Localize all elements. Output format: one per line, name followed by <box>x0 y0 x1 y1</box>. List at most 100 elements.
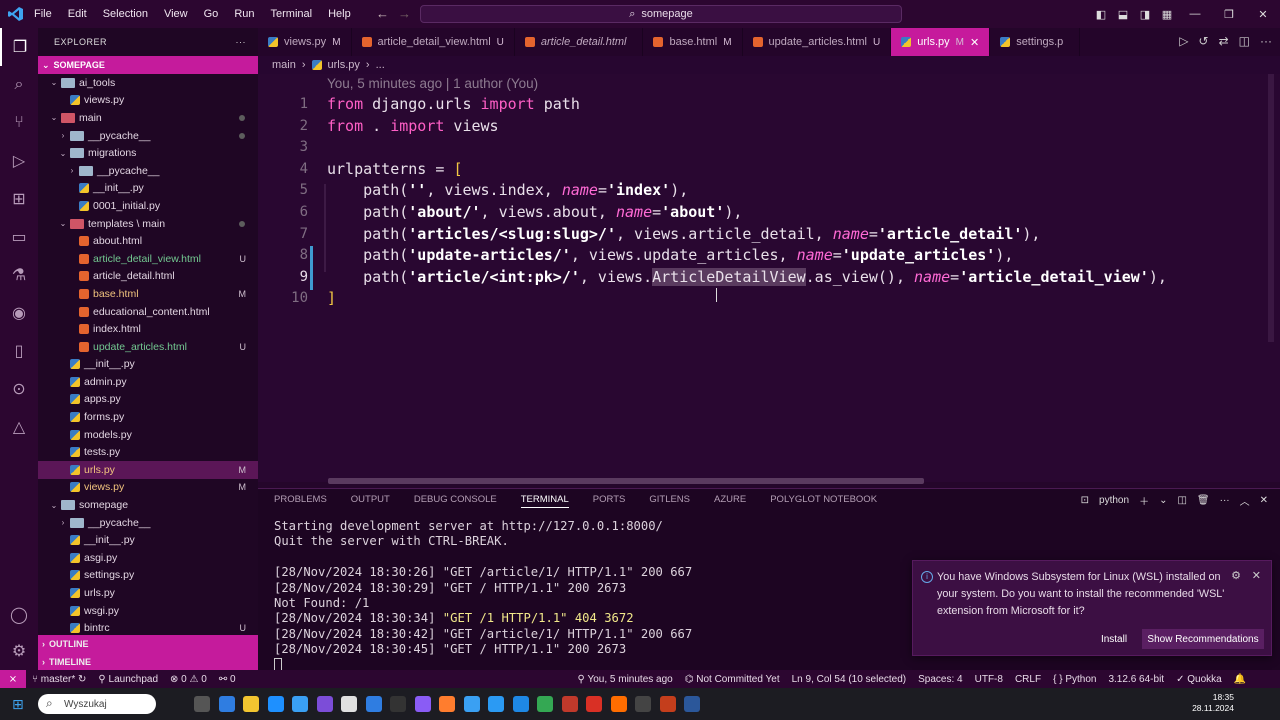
tree-item[interactable]: base.html M <box>38 285 258 303</box>
tree-item[interactable]: ⌄ ai_tools <box>38 74 258 92</box>
explorer-icon[interactable]: ❐ <box>0 28 38 66</box>
close-window-icon[interactable]: ✕ <box>1246 8 1280 21</box>
code-line[interactable]: 8 path('update-articles/', views.update_… <box>258 244 1280 266</box>
tree-item[interactable]: __init__.py <box>38 356 258 374</box>
tree-item[interactable]: asgi.py <box>38 549 258 567</box>
panel-tab[interactable]: TERMINAL <box>520 492 569 508</box>
split-terminal-icon[interactable]: ◫ <box>1177 495 1186 506</box>
timeline-section[interactable]: › TIMELINE <box>38 653 258 670</box>
teams-icon[interactable] <box>218 696 235 712</box>
editor-tab[interactable]: views.py M <box>258 28 352 56</box>
code-line[interactable]: 4 urlpatterns = [ <box>258 158 1280 180</box>
remote-explorer-icon[interactable]: ▭ <box>0 218 38 256</box>
tree-item[interactable]: apps.py <box>38 391 258 409</box>
tree-item[interactable]: tests.py <box>38 443 258 461</box>
testing-icon[interactable]: ⚗ <box>0 256 38 294</box>
editor-tab[interactable]: urls.py M ✕ <box>891 28 991 56</box>
menu-edit[interactable]: Edit <box>60 8 95 20</box>
indentation[interactable]: Spaces: 4 <box>912 674 968 685</box>
tree-item[interactable]: urls.py <box>38 584 258 602</box>
terminal-output[interactable]: Starting development server at http://12… <box>274 519 692 671</box>
code-editor[interactable]: You, 5 minutes ago | 1 author (You) 1 fro… <box>258 74 1280 484</box>
tree-item[interactable]: › __pycache__ <box>38 127 258 145</box>
menu-go[interactable]: Go <box>196 8 227 20</box>
panel-tab[interactable]: PORTS <box>593 492 626 508</box>
chrome-icon[interactable] <box>537 696 553 712</box>
outline-section[interactable]: › OUTLINE <box>38 635 258 653</box>
python-interpreter[interactable]: 3.12.6 64-bit <box>1102 674 1170 685</box>
editor-tab[interactable]: base.html M <box>643 28 743 56</box>
toggle-sidebar-icon[interactable]: ◧ <box>1090 8 1112 21</box>
code-line[interactable]: 1 from django.urls import path <box>258 93 1280 115</box>
tree-item[interactable]: educational_content.html <box>38 303 258 321</box>
history-icon[interactable]: ↺ <box>1199 34 1209 48</box>
toggle-secondary-sidebar-icon[interactable]: ◨ <box>1134 8 1156 21</box>
maximize-panel-icon[interactable]: ︿ <box>1240 493 1250 508</box>
back-arrow-icon[interactable]: ← <box>376 6 389 21</box>
close-tab-icon[interactable]: ✕ <box>970 36 979 49</box>
more-icon[interactable]: ··· <box>1260 34 1272 48</box>
compare-icon[interactable]: ⇄ <box>1219 34 1229 48</box>
tree-item[interactable]: › __pycache__ <box>38 162 258 180</box>
tree-item[interactable]: ⌄ migrations <box>38 144 258 162</box>
edge-tools-icon[interactable]: ◉ <box>0 294 38 332</box>
gear-icon[interactable]: ⚙ <box>1231 569 1241 582</box>
word-icon[interactable] <box>684 696 700 712</box>
more-actions-icon[interactable]: ··· <box>236 37 247 47</box>
line-ending[interactable]: CRLF <box>1009 674 1047 685</box>
tree-item[interactable]: forms.py <box>38 408 258 426</box>
code-line[interactable]: 5 path('', views.index, name='index'), <box>258 179 1280 201</box>
editor-tab[interactable]: article_detail_view.html U <box>352 28 515 56</box>
panel-tab[interactable]: PROBLEMS <box>274 492 327 508</box>
panel-tab[interactable]: OUTPUT <box>351 492 390 508</box>
file-explorer-icon[interactable] <box>243 696 259 712</box>
editor-tab[interactable]: settings.p <box>990 28 1081 56</box>
install-button[interactable]: Install <box>1091 629 1137 649</box>
panel-tab[interactable]: AZURE <box>714 492 746 508</box>
tree-item[interactable]: urls.py M <box>38 461 258 479</box>
menu-selection[interactable]: Selection <box>95 8 156 20</box>
breadcrumb-symbol[interactable]: ... <box>376 59 385 71</box>
tree-item[interactable]: __init__.py <box>38 180 258 198</box>
search-icon[interactable]: ⌕ <box>0 66 38 104</box>
minimize-icon[interactable]: — <box>1178 8 1212 20</box>
tree-item[interactable]: article_detail.html <box>38 268 258 286</box>
menu-terminal[interactable]: Terminal <box>263 8 321 20</box>
menu-run[interactable]: Run <box>226 8 262 20</box>
menu-file[interactable]: File <box>26 8 60 20</box>
menu-view[interactable]: View <box>156 8 196 20</box>
tree-item[interactable]: 0001_initial.py <box>38 197 258 215</box>
more-icon[interactable]: ··· <box>1220 495 1230 506</box>
windows-start-icon[interactable]: ⊞ <box>12 696 24 713</box>
tree-item[interactable]: ⌄ main <box>38 109 258 127</box>
bookmarks-icon[interactable]: ▯ <box>0 332 38 370</box>
notepad-icon[interactable] <box>341 696 357 712</box>
tree-item[interactable]: __init__.py <box>38 531 258 549</box>
split-editor-icon[interactable]: ◫ <box>1239 34 1250 48</box>
visual-studio-icon[interactable] <box>316 696 333 712</box>
opera-icon[interactable] <box>561 696 578 712</box>
show-recommendations-button[interactable]: Show Recommendations <box>1142 629 1264 649</box>
tree-item[interactable]: settings.py <box>38 567 258 585</box>
task-view-icon[interactable] <box>194 696 210 712</box>
code-line[interactable]: 6 path('about/', views.about, name='abou… <box>258 201 1280 223</box>
close-icon[interactable]: ✕ <box>1252 569 1261 582</box>
edge-icon[interactable] <box>488 696 504 712</box>
code-line[interactable]: 10] <box>258 287 1280 309</box>
editor-tab[interactable]: update_articles.html U <box>743 28 892 56</box>
trash-icon[interactable]: 🗑 <box>1197 495 1210 506</box>
cursor-position[interactable]: Ln 9, Col 54 (10 selected) <box>786 674 913 685</box>
vscode-taskbar-icon[interactable] <box>292 696 308 712</box>
terminal-icon[interactable] <box>390 696 406 712</box>
codelens-blame[interactable]: You, 5 minutes ago | 1 author (You) <box>327 76 538 91</box>
forward-arrow-icon[interactable]: → <box>398 6 411 21</box>
app-icon[interactable] <box>414 696 431 712</box>
commit-status[interactable]: ⌬ Not Committed Yet <box>679 674 786 685</box>
run-icon[interactable]: ▷ <box>1179 34 1188 48</box>
tree-item[interactable]: admin.py <box>38 373 258 391</box>
tree-item[interactable]: ⌄ somepage <box>38 496 258 514</box>
remote-indicator-icon[interactable]: ⨯ <box>0 670 26 688</box>
quokka-status[interactable]: ✓ Quokka <box>1170 674 1228 685</box>
code-line[interactable]: 2 from . import views <box>258 115 1280 137</box>
command-center-search[interactable]: ⌕ somepage <box>420 5 902 23</box>
